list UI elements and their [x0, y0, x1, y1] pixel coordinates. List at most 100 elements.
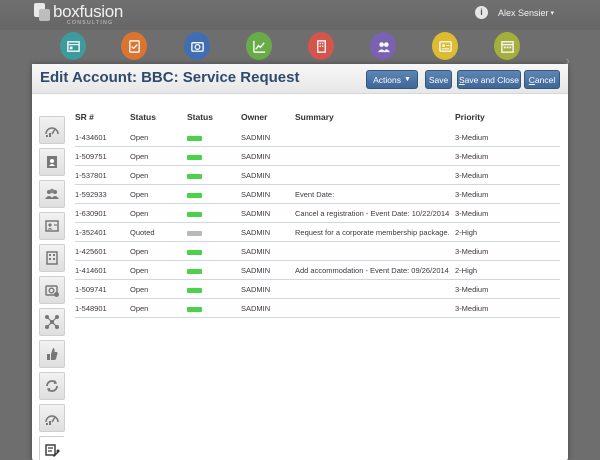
- summary: Request for a corporate membership packa…: [295, 228, 450, 237]
- table-row[interactable]: 1-509751 Open SADMIN 3-Medium: [75, 147, 560, 166]
- tab-meter-2[interactable]: [39, 404, 65, 432]
- network-icon: [45, 315, 59, 329]
- camera-app-icon[interactable]: [184, 32, 210, 60]
- status-indicator: [187, 231, 202, 236]
- table-row[interactable]: 1-630901 Open SADMIN Cancel a registrati…: [75, 204, 560, 223]
- tab-service-request[interactable]: [39, 436, 65, 460]
- table-row[interactable]: 1-592933 Open SADMIN Event Date: 3-Mediu…: [75, 185, 560, 204]
- summary: Add accommodation - Event Date: 09/26/20…: [295, 266, 449, 275]
- actions-button[interactable]: Actions ▼: [366, 70, 418, 89]
- priority: 3-Medium: [455, 247, 489, 256]
- table-header: SR # Status Status Owner Summary Priorit…: [75, 112, 560, 128]
- edit-account-panel: Edit Account: BBC: Service Request Actio…: [32, 64, 568, 460]
- table-row[interactable]: 1-414601 Open SADMIN Add accommodation -…: [75, 261, 560, 280]
- brand-name: boxfusion: [53, 2, 124, 21]
- logo-mark-icon: [34, 3, 51, 22]
- contact-card-icon: [47, 156, 57, 168]
- column-header-summary[interactable]: Summary: [295, 112, 334, 122]
- tab-id-card[interactable]: [39, 212, 65, 240]
- meter-icon: [45, 415, 59, 425]
- owner: SADMIN: [241, 247, 271, 256]
- tab-meter[interactable]: [39, 116, 65, 144]
- table-row[interactable]: 1-537801 Open SADMIN 3-Medium: [75, 166, 560, 185]
- tab-people[interactable]: [39, 180, 65, 208]
- status-indicator: [187, 174, 202, 179]
- sr-number[interactable]: 1-548901: [75, 304, 107, 313]
- chevron-down-icon: ▼: [403, 76, 411, 83]
- sr-number[interactable]: 1-509751: [75, 152, 107, 161]
- status-indicator: [187, 250, 202, 255]
- table-row[interactable]: 1-425601 Open SADMIN 3-Medium: [75, 242, 560, 261]
- priority: 3-Medium: [455, 152, 489, 161]
- page-title: Edit Account: BBC: Service Request: [40, 69, 300, 86]
- status-indicator: [187, 212, 202, 217]
- owner: SADMIN: [241, 228, 271, 237]
- id-card-icon: [45, 220, 59, 232]
- column-header-sr[interactable]: SR #: [75, 112, 94, 122]
- tab-building[interactable]: [39, 244, 65, 272]
- sr-number[interactable]: 1-414601: [75, 266, 107, 275]
- column-header-status[interactable]: Status: [130, 112, 156, 122]
- status-indicator: [187, 288, 202, 293]
- cancel-label: ancel: [534, 74, 556, 85]
- cancel-button[interactable]: Cancel: [524, 70, 560, 89]
- column-header-status-indicator[interactable]: Status: [187, 112, 213, 122]
- priority: 3-Medium: [455, 304, 489, 313]
- priority: 3-Medium: [455, 171, 489, 180]
- contacts-app-icon[interactable]: [370, 32, 396, 60]
- table-row[interactable]: 1-548901 Open SADMIN 3-Medium: [75, 299, 560, 318]
- actions-label: Actions: [373, 74, 401, 85]
- id-card-app-icon[interactable]: [432, 32, 458, 60]
- dashboard-app-icon[interactable]: [60, 32, 86, 60]
- column-header-owner[interactable]: Owner: [241, 112, 267, 122]
- meter-icon: [45, 127, 59, 137]
- user-menu[interactable]: i Alex Sensier ▾: [474, 6, 554, 19]
- status-text: Open: [130, 266, 149, 275]
- building-app-icon[interactable]: [308, 32, 334, 60]
- calendar-app-icon[interactable]: [494, 32, 520, 60]
- status-text: Open: [130, 304, 149, 313]
- tab-camera[interactable]: [39, 276, 65, 304]
- tab-contact-card[interactable]: [39, 148, 65, 176]
- status-text: Open: [130, 152, 149, 161]
- save-close-label: ave and Close: [464, 74, 519, 85]
- save-button[interactable]: Save: [425, 70, 452, 89]
- sr-number[interactable]: 1-537801: [75, 171, 107, 180]
- save-and-close-button[interactable]: Save and Close: [457, 70, 521, 89]
- priority: 2-High: [455, 266, 478, 275]
- status-text: Open: [130, 209, 149, 218]
- tasks-app-icon[interactable]: [121, 32, 147, 60]
- priority: 3-Medium: [455, 190, 489, 199]
- table-row[interactable]: 1-509741 Open SADMIN 3-Medium: [75, 280, 560, 299]
- sr-number[interactable]: 1-352401: [75, 228, 107, 237]
- chevron-down-icon: ▾: [550, 9, 554, 17]
- reports-app-icon[interactable]: [246, 32, 272, 60]
- owner: SADMIN: [241, 171, 271, 180]
- table-row[interactable]: 1-352401 Quoted SADMIN Request for a cor…: [75, 223, 560, 242]
- tools-icon: [45, 444, 60, 457]
- table-row[interactable]: 1-434601 Open SADMIN 3-Medium: [75, 128, 560, 147]
- owner: SADMIN: [241, 304, 271, 313]
- tab-network[interactable]: [39, 308, 65, 336]
- owner: SADMIN: [241, 152, 271, 161]
- sr-number[interactable]: 1-434601: [75, 133, 107, 142]
- column-header-priority[interactable]: Priority: [455, 112, 485, 122]
- camera-icon: [45, 285, 59, 297]
- info-icon[interactable]: i: [474, 6, 488, 19]
- sr-number[interactable]: 1-509741: [75, 285, 107, 294]
- status-indicator: [187, 155, 202, 160]
- tab-thumbs-up[interactable]: [39, 340, 65, 368]
- sr-number[interactable]: 1-592933: [75, 190, 107, 199]
- tab-sync[interactable]: [39, 372, 65, 400]
- save-label: Save: [428, 74, 449, 85]
- thumbs-up-icon: [47, 348, 58, 360]
- owner: SADMIN: [241, 266, 271, 275]
- sr-number[interactable]: 1-630901: [75, 209, 107, 218]
- panel-header: Edit Account: BBC: Service Request Actio…: [32, 64, 568, 94]
- sr-number[interactable]: 1-425601: [75, 247, 107, 256]
- status-text: Open: [130, 171, 149, 180]
- status-indicator: [187, 269, 202, 274]
- brand-logo[interactable]: boxfusion CONSULTING: [34, 3, 123, 27]
- priority: 2-High: [455, 228, 478, 237]
- user-name: Alex Sensier: [497, 7, 549, 18]
